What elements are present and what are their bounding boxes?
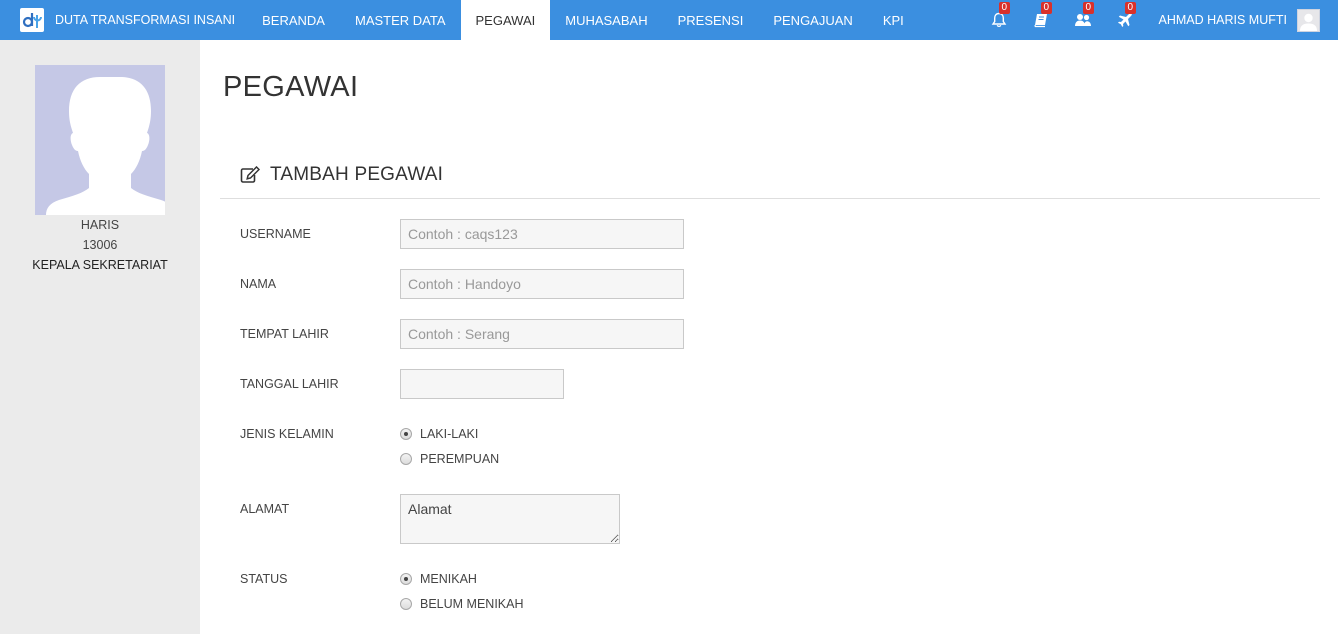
main-nav: BERANDA MASTER DATA PEGAWAI MUHASABAH PR…: [247, 0, 919, 40]
book-badge: 0: [1040, 2, 1053, 14]
radio-menikah[interactable]: MENIKAH: [400, 572, 477, 586]
top-navbar: DUTA TRANSFORMASI INSANI BERANDA MASTER …: [0, 0, 1338, 40]
profile-photo: [35, 65, 165, 215]
nav-item-master-data[interactable]: MASTER DATA: [340, 0, 461, 40]
radio-belum-menikah[interactable]: BELUM MENIKAH: [400, 597, 524, 611]
nav-item-presensi[interactable]: PRESENSI: [663, 0, 759, 40]
status-label: STATUS: [240, 572, 288, 586]
main-content: PEGAWAI TAMBAH PEGAWAI USERNAME NAMA TEM…: [200, 40, 1338, 634]
radio-checked-icon[interactable]: [400, 428, 412, 440]
radio-unchecked-icon[interactable]: [400, 453, 412, 465]
radio-laki-laki-label: LAKI-LAKI: [420, 427, 479, 441]
plane-icon[interactable]: 0: [1115, 2, 1137, 30]
edit-icon: [240, 165, 261, 189]
brand[interactable]: DUTA TRANSFORMASI INSANI: [0, 0, 247, 40]
nama-label: NAMA: [240, 277, 277, 291]
nav-item-beranda[interactable]: BERANDA: [247, 0, 340, 40]
jenis-kelamin-label: JENIS KELAMIN: [240, 427, 334, 441]
profile-role: KEPALA SEKRETARIAT: [32, 258, 168, 272]
tanggal-lahir-label: TANGGAL LAHIR: [240, 377, 339, 391]
radio-unchecked-icon[interactable]: [400, 598, 412, 610]
nav-item-muhasabah[interactable]: MUHASABAH: [550, 0, 662, 40]
radio-belum-menikah-label: BELUM MENIKAH: [420, 597, 524, 611]
tempat-lahir-label: TEMPAT LAHIR: [240, 327, 329, 341]
bell-icon[interactable]: 0: [989, 2, 1011, 30]
alamat-label: ALAMAT: [240, 502, 290, 516]
book-icon[interactable]: 0: [1031, 2, 1053, 30]
profile-id: 13006: [82, 238, 118, 252]
tempat-lahir-input[interactable]: [400, 319, 684, 349]
brand-name: DUTA TRANSFORMASI INSANI: [55, 13, 236, 27]
nav-item-kpi[interactable]: KPI: [868, 0, 919, 40]
radio-menikah-label: MENIKAH: [420, 572, 477, 586]
sidebar: HARIS 13006 KEPALA SEKRETARIAT: [0, 40, 200, 634]
section-title: TAMBAH PEGAWAI: [270, 164, 444, 185]
nama-input[interactable]: [400, 269, 684, 299]
user-avatar[interactable]: [1297, 8, 1320, 32]
alamat-textarea[interactable]: [400, 494, 620, 544]
nav-item-pengajuan[interactable]: PENGAJUAN: [758, 0, 867, 40]
username-label: USERNAME: [240, 227, 311, 241]
user-name[interactable]: AHMAD HARIS MUFTI: [1159, 13, 1287, 27]
notification-badge: 0: [998, 2, 1011, 14]
tanggal-lahir-input[interactable]: [400, 369, 564, 399]
radio-laki-laki[interactable]: LAKI-LAKI: [400, 427, 478, 441]
page-title: PEGAWAI: [223, 71, 359, 103]
nav-right: 0 0 0 0 AHMAD HARIS MUFTI: [967, 0, 1338, 40]
users-icon[interactable]: 0: [1073, 2, 1095, 30]
users-badge: 0: [1082, 2, 1095, 14]
plane-badge: 0: [1124, 2, 1137, 14]
nav-item-pegawai[interactable]: PEGAWAI: [460, 0, 551, 40]
radio-perempuan-label: PEREMPUAN: [420, 452, 500, 466]
section-header: TAMBAH PEGAWAI: [220, 160, 1320, 199]
dti-logo-icon: [20, 8, 44, 32]
profile-name: HARIS: [80, 218, 120, 232]
radio-perempuan[interactable]: PEREMPUAN: [400, 452, 499, 466]
radio-checked-icon[interactable]: [400, 573, 412, 585]
username-input[interactable]: [400, 219, 684, 249]
